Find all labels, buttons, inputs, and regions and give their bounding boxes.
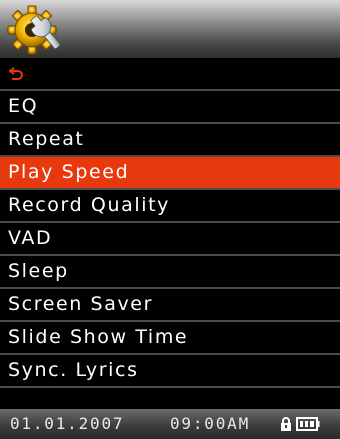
menu-item-label: Record Quality [8, 194, 170, 216]
menu-item-vad[interactable]: VAD [0, 223, 340, 256]
menu-item-label: EQ [8, 95, 39, 117]
header-bar [0, 0, 340, 58]
menu-item-label: Sync. Lyrics [8, 359, 139, 381]
menu-item-label: Slide Show Time [8, 326, 189, 348]
menu-list: EQ Repeat Play Speed Record Quality VAD Sleep… [0, 91, 340, 419]
date-display: 01.01.2007 [10, 414, 125, 433]
menu-item-screen-saver[interactable]: Screen Saver [0, 289, 340, 322]
settings-menu: EQ Repeat Play Speed Record Quality VAD Sleep… [0, 58, 340, 419]
menu-item-eq[interactable]: EQ [0, 91, 340, 124]
menu-item-play-speed[interactable]: Play Speed [0, 157, 340, 190]
menu-item-record-quality[interactable]: Record Quality [0, 190, 340, 223]
settings-gear-wrench-icon [7, 5, 61, 55]
return-arrow-icon [9, 67, 23, 80]
menu-item-label: VAD [8, 227, 53, 249]
menu-item-sync-lyrics[interactable]: Sync. Lyrics [0, 355, 340, 388]
lock-icon [281, 417, 291, 431]
menu-item-slide-show-time[interactable]: Slide Show Time [0, 322, 340, 355]
time-display: 09:00AM [170, 414, 251, 433]
menu-item-label: Repeat [8, 128, 85, 150]
status-bar: 01.01.2007 09:00AM [0, 409, 340, 439]
battery-icon [296, 417, 320, 431]
device-screen: EQ Repeat Play Speed Record Quality VAD Sleep… [0, 0, 340, 439]
menu-item-repeat[interactable]: Repeat [0, 124, 340, 157]
menu-item-label: Screen Saver [8, 293, 154, 315]
menu-item-label: Play Speed [8, 161, 130, 183]
back-button[interactable] [0, 58, 340, 91]
menu-item-sleep[interactable]: Sleep [0, 256, 340, 289]
menu-item-label: Sleep [8, 260, 69, 282]
